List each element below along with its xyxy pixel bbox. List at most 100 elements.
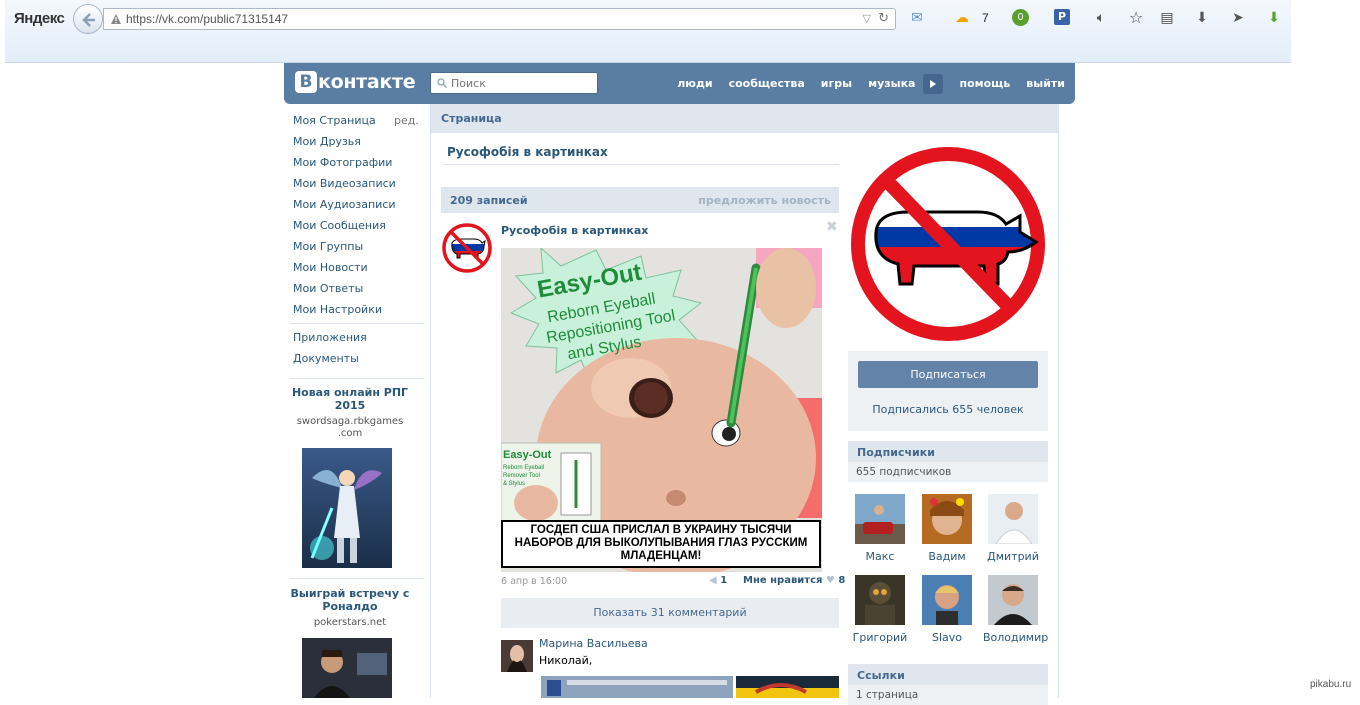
comment-author-avatar[interactable] [501,640,533,672]
sidebar-item-settings[interactable]: Мои Настройки [293,303,382,316]
post-author-name[interactable]: Русофобія в картинках [501,224,648,237]
wall-header: 209 записей предложить новость [441,187,839,213]
browser-toolbar: Яндекс https://vk.com/public71315147 ▽ ↻… [5,0,1291,63]
member-photo [922,575,972,625]
member-card[interactable]: Володимир [983,575,1049,644]
ad-title[interactable]: Выиграй встречу с Роналдо [288,587,412,613]
member-photo [988,575,1038,625]
sidebar-item-videos[interactable]: Мои Видеозаписи [293,177,396,190]
star-icon[interactable]: ☆ [1127,9,1145,27]
play-icon[interactable] [923,73,944,94]
repost-button[interactable]: ◀ 1 [709,575,727,586]
reload-icon[interactable]: ↻ [878,11,889,26]
sidebar-item-apps[interactable]: Приложения [293,331,367,344]
address-bar[interactable]: https://vk.com/public71315147 ▽ ↻ [103,8,896,30]
divider [290,378,424,379]
like-button[interactable]: Мне нравится ♥ 8 [743,575,845,586]
left-sidebar: Моя Страница ред. Мои Друзья Мои Фотогра… [284,104,430,698]
wall-post-count[interactable]: 209 записей [450,194,528,207]
divider [290,578,424,579]
nav-communities[interactable]: сообщества [729,77,805,90]
search-box[interactable] [430,72,598,94]
green-download-icon[interactable]: ⬇ [1265,9,1283,27]
subscribers-count: 655 подписчиков [856,466,952,478]
member-photo [855,575,905,625]
member-name: Slavo [931,631,963,644]
links-header[interactable]: Ссылки [848,664,1048,686]
ad-title[interactable]: Новая онлайн РПГ 2015 [288,386,412,412]
nav-help[interactable]: помощь [959,77,1010,90]
member-card[interactable]: Григорий [850,575,910,644]
nav-logout[interactable]: выйти [1026,77,1065,90]
nav-music[interactable]: музыка [868,77,915,90]
sidebar-item-friends[interactable]: Мои Друзья [293,135,361,148]
comment-text: Николай, [539,654,593,667]
suggest-news-link[interactable]: предложить новость [698,194,831,207]
dropdown-icon[interactable]: ▽ [863,12,871,25]
extension-p-icon[interactable]: P [1054,9,1070,25]
megaphone-icon: ◀ [709,575,717,586]
heart-icon: ♥ [825,575,835,586]
show-comments-button[interactable]: Показать 31 комментарий [501,598,839,628]
member-card[interactable]: Вадим [917,494,977,563]
send-icon[interactable]: ➤ [1229,9,1247,27]
weather-icon[interactable]: ☁ [953,9,971,27]
links-subheader: 1 страница [848,685,1048,705]
warning-icon [111,14,121,24]
group-title: Русофобія в картинках [447,145,608,159]
member-card[interactable]: Slavo [917,575,977,644]
subscribed-count[interactable]: Подписались 655 человек [848,403,1048,416]
like-label: Мне нравится [743,575,823,586]
sidebar-item-groups[interactable]: Мои Группы [293,240,363,253]
bookmarks-icon[interactable]: ▤ [1158,9,1176,27]
close-icon[interactable]: ✖ [826,219,838,235]
comment-attachment-image[interactable] [736,676,839,698]
weather-temp: 7 [982,11,989,25]
back-button[interactable] [73,4,103,34]
search-input[interactable] [451,75,591,91]
sidebar-item-photos[interactable]: Мои Фотографии [293,156,392,169]
counter-badge-icon[interactable]: 0 [1012,9,1029,26]
sidebar-item-documents[interactable]: Документы [293,352,359,365]
subscribe-button[interactable]: Подписаться [858,361,1038,388]
url-text: https://vk.com/public71315147 [126,12,289,26]
ad-image-rpg[interactable] [302,448,392,568]
yandex-logo[interactable]: Яндекс [14,10,65,27]
mail-icon[interactable]: ✉ [908,9,926,27]
vk-logo[interactable]: Вконтакте [295,71,416,95]
subscribers-header[interactable]: Подписчики [848,441,1048,463]
divider [290,323,424,324]
divider [443,164,839,165]
post-image-caption: ГОСДЕП США ПРИСЛАЛ В УКРАИНУ ТЫСЯЧИ НАБО… [501,520,821,568]
member-card[interactable]: Дмитрий [983,494,1043,563]
subscribers-title: Подписчики [857,446,935,459]
member-name: Володимир [983,631,1049,644]
sidebar-item-news[interactable]: Мои Новости [293,261,368,274]
links-title: Ссылки [857,669,905,682]
sound-icon[interactable]: 🔈︎ [1092,9,1110,27]
nav-games[interactable]: игры [821,77,852,90]
box-text-easy-out: Easy-Out [503,449,552,461]
member-photo [988,494,1038,544]
sidebar-item-my-page[interactable]: Моя Страница [293,114,376,127]
comment-author-name[interactable]: Марина Васильева [539,637,648,650]
download-arrow-icon[interactable]: ⬇ [1193,9,1211,27]
ad-image-poker[interactable] [302,638,392,698]
member-name: Вадим [928,550,966,563]
repost-count: 1 [720,575,728,586]
nav-people[interactable]: люди [677,77,712,90]
member-card[interactable]: Макс [850,494,910,563]
post-date[interactable]: 6 апр в 16:00 [501,576,567,587]
subscribers-subheader: 655 подписчиков [848,462,1048,482]
page-tab-label: Страница [441,112,502,125]
post-author-avatar[interactable] [442,223,492,273]
member-name: Дмитрий [987,550,1039,563]
sidebar-item-audio[interactable]: Мои Аудиозаписи [293,198,396,211]
top-nav: люди сообщества игры музыка помощь выйти [661,63,1065,104]
group-avatar[interactable] [848,142,1048,346]
search-icon [437,78,447,88]
edit-link[interactable]: ред. [394,114,419,127]
sidebar-item-messages[interactable]: Мои Сообщения [293,219,386,232]
sidebar-item-answers[interactable]: Мои Ответы [293,282,363,295]
comment-attachment-image[interactable] [541,676,733,698]
